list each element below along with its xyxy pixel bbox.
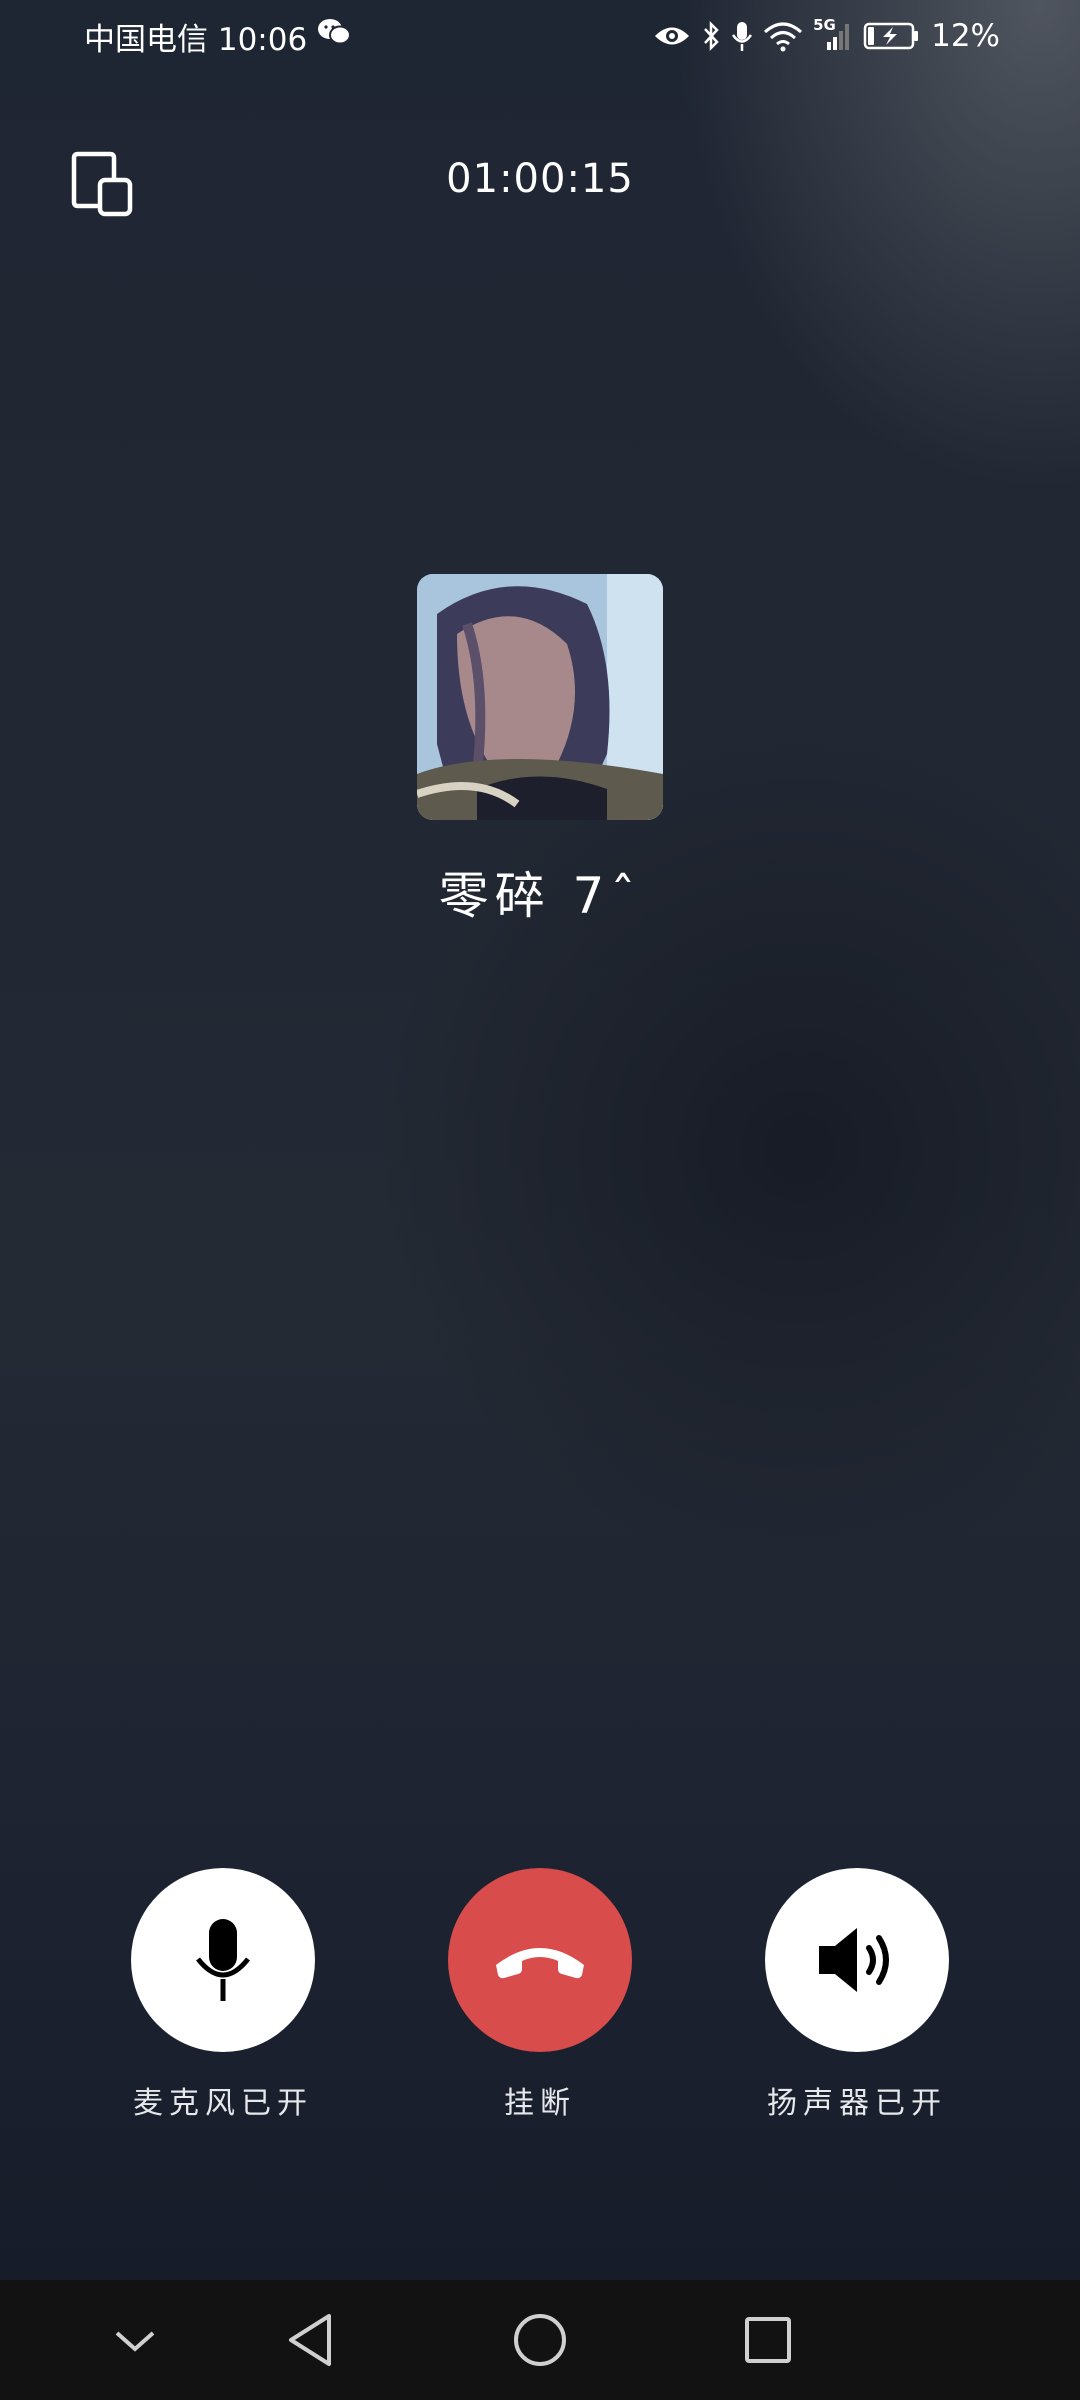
status-bar: 中国电信 10:06 5G 12% bbox=[0, 0, 1080, 72]
status-right: 5G 12% bbox=[653, 16, 1000, 54]
phone-hangup-icon bbox=[496, 1948, 584, 1979]
battery-percent: 12% bbox=[931, 18, 1000, 54]
mic-label: 麦克风已开 bbox=[133, 2086, 313, 2121]
signal-icon: 5G bbox=[813, 16, 853, 52]
chevron-down-icon bbox=[115, 2331, 155, 2352]
status-left: 中国电信 10:06 bbox=[84, 14, 352, 59]
hangup-label: 挂断 bbox=[504, 2086, 576, 2121]
hangup-button[interactable] bbox=[448, 1868, 632, 2052]
bluetooth-icon bbox=[701, 20, 721, 52]
mic-control: 麦克风已开 bbox=[113, 1868, 333, 2122]
speaker-label: 扬声器已开 bbox=[767, 2086, 947, 2121]
nav-back-button[interactable] bbox=[280, 2310, 340, 2370]
mic-icon bbox=[731, 20, 753, 52]
caller-name: 零碎 7ˆ bbox=[438, 867, 642, 925]
nav-recents-button[interactable] bbox=[738, 2310, 798, 2370]
call-duration: 01:00:15 bbox=[446, 156, 634, 202]
nav-home-button[interactable] bbox=[510, 2310, 570, 2370]
nav-collapse-button[interactable] bbox=[105, 2310, 165, 2370]
back-icon bbox=[289, 2314, 331, 2366]
eye-icon bbox=[653, 23, 691, 49]
speaker-icon bbox=[819, 1928, 889, 1992]
wifi-icon bbox=[763, 20, 803, 52]
avatar-photo bbox=[417, 574, 663, 820]
battery-charging-icon bbox=[863, 21, 921, 51]
speaker-toggle-button[interactable] bbox=[765, 1868, 949, 2052]
call-controls: 麦克风已开 挂断 扬声器已开 bbox=[0, 1868, 1080, 2138]
mic-toggle-button[interactable] bbox=[131, 1868, 315, 2052]
home-icon bbox=[514, 2314, 566, 2366]
avatar bbox=[417, 574, 663, 820]
microphone-icon bbox=[196, 1919, 250, 2001]
wechat-icon bbox=[317, 18, 352, 54]
navigation-bar bbox=[0, 2280, 1080, 2400]
carrier-time: 中国电信 10:06 bbox=[84, 21, 308, 58]
recents-icon bbox=[745, 2317, 791, 2363]
speaker-control: 扬声器已开 bbox=[747, 1868, 967, 2122]
hangup-control: 挂断 bbox=[430, 1868, 650, 2122]
